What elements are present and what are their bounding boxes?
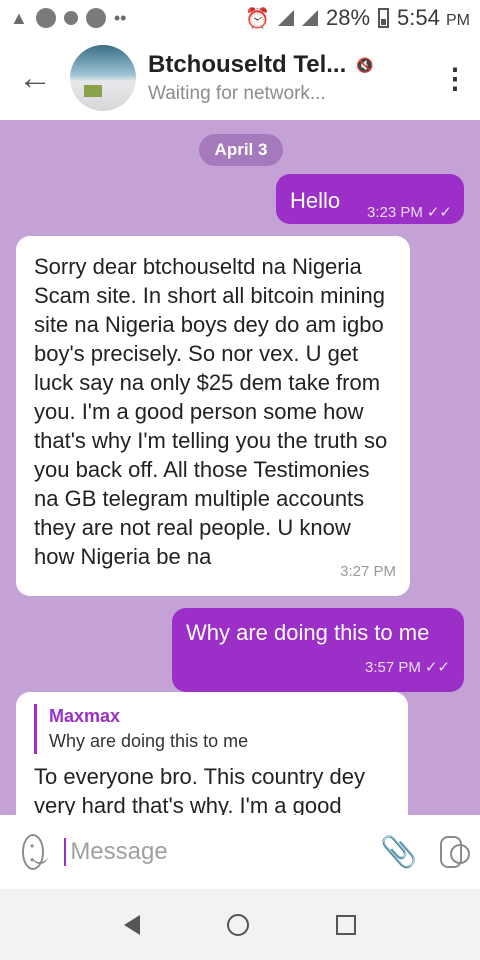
message-composer: 📎 [0, 815, 480, 889]
more-notifications-icon: •• [113, 7, 127, 28]
paperclip-icon[interactable]: 📎 [380, 835, 417, 870]
message-bubble-incoming[interactable]: Maxmax Why are doing this to me To every… [16, 692, 408, 815]
message-text: Hello [290, 188, 341, 213]
signal-icon [302, 10, 318, 26]
clock: 5:54 PM [397, 5, 470, 30]
status-bar: ▲ •• ⏰ 28% 5:54 PM [0, 0, 480, 36]
alarm-icon: ⏰ [245, 7, 270, 30]
date-separator: April 3 [199, 134, 283, 166]
double-check-icon: ✓✓ [426, 204, 452, 221]
battery-icon [378, 8, 390, 28]
nav-back-icon[interactable] [123, 914, 140, 935]
chat-title: Btchouseltd Tel... [148, 51, 347, 78]
message-time: 3:23 PM ✓✓ [367, 198, 452, 227]
connection-status: Waiting for network... [148, 83, 326, 104]
message-input[interactable] [64, 838, 381, 866]
message-bubble-outgoing[interactable]: Hello 3:23 PM ✓✓ [276, 174, 464, 224]
nav-home-icon[interactable] [226, 913, 249, 936]
system-icons: ⏰ 28% 5:54 PM [245, 5, 470, 31]
message-text: Sorry dear btchouseltd na Nigeria Scam s… [34, 254, 388, 569]
message-text: Why are doing this to me [186, 620, 430, 645]
camera-icon[interactable] [439, 836, 471, 868]
notification-dot-icon [35, 8, 56, 28]
warning-icon: ▲ [10, 7, 28, 28]
message-text: To everyone bro. This country dey very h… [34, 764, 365, 815]
signal-icon [278, 10, 294, 26]
reply-author: Maxmax [49, 706, 121, 726]
double-check-icon: ✓✓ [424, 659, 450, 676]
muted-icon: 🔇 [356, 56, 374, 73]
battery-percent: 28% [326, 5, 371, 30]
notification-dot-icon [85, 8, 106, 28]
notification-dot-icon [63, 11, 78, 25]
chat-title-block[interactable]: Btchouseltd Tel... 🔇 Waiting for network… [148, 51, 430, 105]
message-bubble-incoming[interactable]: Sorry dear btchouseltd na Nigeria Scam s… [16, 236, 410, 596]
message-list[interactable]: April 3 Hello 3:23 PM ✓✓ Sorry dear btcho… [0, 120, 480, 815]
smiley-icon[interactable] [22, 834, 49, 870]
back-arrow-icon[interactable]: ← [0, 59, 70, 98]
nav-recents-icon[interactable] [336, 914, 357, 935]
system-nav-bar [0, 889, 480, 960]
more-vertical-icon[interactable]: ⋮ [430, 62, 480, 95]
message-time: 3:27 PM [340, 563, 396, 580]
reply-text: Why are doing this to me [49, 731, 249, 751]
chat-header: ← Btchouseltd Tel... 🔇 Waiting for netwo… [0, 36, 480, 120]
notification-icons: ▲ •• [10, 8, 126, 29]
message-time: 3:57 PM ✓✓ [365, 653, 450, 682]
reply-quote[interactable]: Maxmax Why are doing this to me [34, 704, 390, 754]
message-bubble-outgoing[interactable]: Why are doing this to me 3:57 PM ✓✓ [172, 608, 464, 692]
avatar[interactable] [70, 45, 136, 111]
